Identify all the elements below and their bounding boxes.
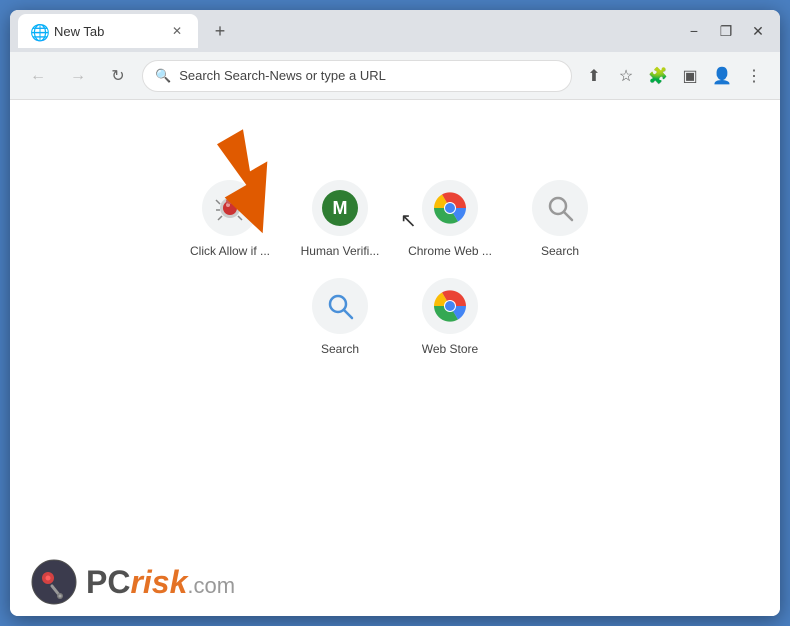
- shortcut-search-2[interactable]: Search: [295, 278, 385, 356]
- window-controls: − ❐ ✕: [680, 17, 772, 45]
- shortcut-human-verif-label: Human Verifi...: [301, 244, 380, 258]
- shortcut-search-2-icon: [312, 278, 368, 334]
- forward-icon: →: [70, 67, 86, 85]
- toolbar-actions: ⬆ ☆ 🧩 ▣ 👤 ⋮: [580, 62, 768, 90]
- sidebar-icon: ▣: [682, 66, 697, 86]
- shortcut-search-2-label: Search: [321, 342, 359, 356]
- close-button[interactable]: ✕: [744, 17, 772, 45]
- share-icon: ⬆: [587, 66, 600, 86]
- tab-close-button[interactable]: ✕: [168, 22, 186, 40]
- orange-arrow-svg: [200, 120, 310, 240]
- new-tab-button[interactable]: +: [206, 17, 234, 45]
- shortcuts-row-2: Search: [295, 278, 495, 356]
- tab-title: New Tab: [54, 24, 160, 39]
- pcrisk-pc: PC: [86, 564, 130, 600]
- forward-button[interactable]: →: [62, 60, 94, 92]
- tab-favicon-icon: 🌐: [30, 23, 46, 39]
- extension-icon: 🧩: [648, 66, 668, 86]
- toolbar: ← → ↻ 🔍 ⬆ ☆ 🧩 ▣ 👤: [10, 52, 780, 100]
- shortcut-search-1[interactable]: Search: [515, 180, 605, 258]
- page-content: ↖: [10, 100, 780, 616]
- shortcut-chrome-web-label: Chrome Web ...: [408, 244, 492, 258]
- menu-icon: ⋮: [746, 66, 762, 86]
- refresh-icon: ↻: [111, 66, 124, 86]
- minimize-button[interactable]: −: [680, 17, 708, 45]
- back-button[interactable]: ←: [22, 60, 54, 92]
- refresh-button[interactable]: ↻: [102, 60, 134, 92]
- share-button[interactable]: ⬆: [580, 62, 608, 90]
- back-icon: ←: [30, 67, 46, 85]
- shortcut-web-store-icon: [422, 278, 478, 334]
- bookmark-button[interactable]: ☆: [612, 62, 640, 90]
- shortcut-chrome-web-icon: [422, 180, 478, 236]
- pcrisk-risk: risk: [130, 564, 187, 600]
- arrow-container: [200, 120, 310, 245]
- chrome2-icon: [433, 289, 467, 323]
- pcrisk-wordmark: PCrisk.com: [86, 564, 235, 601]
- pcrisk-logo-svg: [30, 558, 78, 606]
- menu-button[interactable]: ⋮: [740, 62, 768, 90]
- search-blue-icon: [326, 292, 354, 320]
- watermark: PCrisk.com: [30, 558, 235, 606]
- title-bar: 🌐 New Tab ✕ + − ❐ ✕: [10, 10, 780, 52]
- chrome-icon: [433, 191, 467, 225]
- extension-button[interactable]: 🧩: [644, 62, 672, 90]
- address-input[interactable]: [179, 68, 559, 83]
- address-bar[interactable]: 🔍: [142, 60, 572, 92]
- shortcut-human-verif-icon: M: [312, 180, 368, 236]
- pcrisk-com: .com: [187, 573, 235, 598]
- m-icon: M: [322, 190, 358, 226]
- bookmark-icon: ☆: [619, 66, 633, 86]
- sidebar-button[interactable]: ▣: [676, 62, 704, 90]
- browser-window: 🌐 New Tab ✕ + − ❐ ✕ ← → ↻ 🔍 ⬆: [10, 10, 780, 616]
- browser-tab[interactable]: 🌐 New Tab ✕: [18, 14, 198, 48]
- shortcut-web-store-label: Web Store: [422, 342, 478, 356]
- profile-icon: 👤: [712, 66, 732, 86]
- shortcut-search-1-label: Search: [541, 244, 579, 258]
- restore-button[interactable]: ❐: [712, 17, 740, 45]
- search-grey-icon: [546, 194, 574, 222]
- shortcut-search-1-icon: [532, 180, 588, 236]
- search-icon: 🔍: [155, 68, 171, 84]
- profile-button[interactable]: 👤: [708, 62, 736, 90]
- shortcut-chrome-web[interactable]: Chrome Web ...: [405, 180, 495, 258]
- shortcut-web-store[interactable]: Web Store: [405, 278, 495, 356]
- shortcut-click-allow-label: Click Allow if ...: [190, 244, 270, 258]
